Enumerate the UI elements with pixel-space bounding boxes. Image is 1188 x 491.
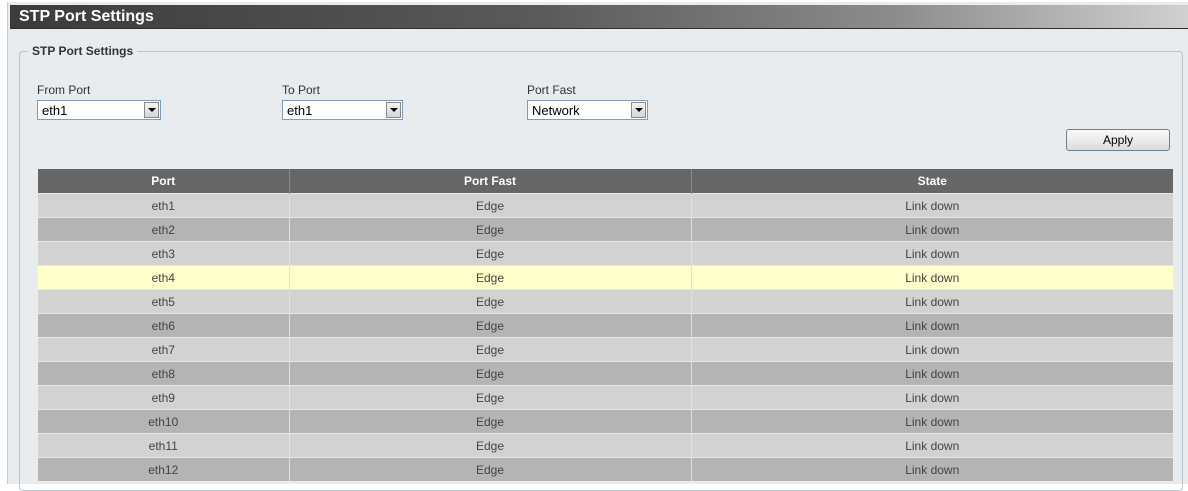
cell-port-fast: Edge bbox=[288, 241, 691, 266]
cell-port: eth10 bbox=[38, 409, 289, 434]
cell-port: eth4 bbox=[38, 265, 289, 290]
table-row: eth2 Edge Link down bbox=[38, 217, 1173, 242]
to-port-label: To Port bbox=[282, 83, 321, 97]
page-title: STP Port Settings bbox=[19, 8, 154, 25]
table-header-row: Port Port Fast State bbox=[38, 169, 1173, 194]
cell-port-fast: Edge bbox=[288, 361, 691, 386]
apply-button[interactable]: Apply bbox=[1066, 129, 1170, 151]
cell-port: eth1 bbox=[38, 193, 289, 218]
table-row: eth1 Edge Link down bbox=[38, 193, 1173, 218]
cell-port-fast: Edge bbox=[288, 289, 691, 314]
column-header-port: Port bbox=[38, 169, 289, 194]
to-port-select[interactable]: eth1 bbox=[282, 100, 403, 120]
table-row: eth7 Edge Link down bbox=[38, 337, 1173, 362]
cell-port: eth5 bbox=[38, 289, 289, 314]
cell-state: Link down bbox=[690, 361, 1173, 386]
from-port-value: eth1 bbox=[42, 103, 68, 118]
cell-state: Link down bbox=[690, 217, 1173, 242]
cell-state: Link down bbox=[690, 193, 1173, 218]
cell-port-fast: Edge bbox=[288, 409, 691, 434]
cell-port-fast: Edge bbox=[288, 385, 691, 410]
stp-port-table: Port Port Fast State eth1 Edge Link down et… bbox=[38, 169, 1173, 481]
cell-port-fast: Edge bbox=[288, 265, 691, 290]
table-row: eth11 Edge Link down bbox=[38, 433, 1173, 458]
cell-state: Link down bbox=[690, 265, 1173, 290]
cell-port: eth11 bbox=[38, 433, 289, 458]
cell-port: eth6 bbox=[38, 313, 289, 338]
cell-port: eth3 bbox=[38, 241, 289, 266]
to-port-value: eth1 bbox=[287, 103, 313, 118]
cell-state: Link down bbox=[690, 433, 1173, 458]
chevron-down-icon[interactable] bbox=[631, 102, 646, 118]
cell-state: Link down bbox=[690, 409, 1173, 434]
from-port-label: From Port bbox=[37, 83, 91, 97]
table-row: eth8 Edge Link down bbox=[38, 361, 1173, 386]
port-fast-value: Network bbox=[532, 103, 580, 118]
chevron-down-icon[interactable] bbox=[144, 102, 159, 118]
table-row: eth10 Edge Link down bbox=[38, 409, 1173, 434]
page-title-bar: STP Port Settings bbox=[10, 5, 1188, 29]
cell-port-fast: Edge bbox=[288, 217, 691, 242]
table-row: eth12 Edge Link down bbox=[38, 457, 1173, 481]
cell-port: eth9 bbox=[38, 385, 289, 410]
table-row: eth5 Edge Link down bbox=[38, 289, 1173, 314]
cell-port: eth12 bbox=[38, 457, 289, 481]
cell-state: Link down bbox=[690, 241, 1173, 266]
cell-state: Link down bbox=[690, 457, 1173, 481]
table-row: eth3 Edge Link down bbox=[38, 241, 1173, 266]
cell-state: Link down bbox=[690, 337, 1173, 362]
cell-state: Link down bbox=[690, 313, 1173, 338]
cell-state: Link down bbox=[690, 385, 1173, 410]
table-body: eth1 Edge Link down eth2 Edge Link down eth3 Ed… bbox=[38, 193, 1173, 481]
table-row: eth4 Edge Link down bbox=[38, 265, 1173, 290]
from-port-select[interactable]: eth1 bbox=[37, 100, 161, 120]
column-header-state: State bbox=[690, 169, 1173, 194]
port-fast-label: Port Fast bbox=[527, 83, 576, 97]
cell-port: eth2 bbox=[38, 217, 289, 242]
cell-port-fast: Edge bbox=[288, 433, 691, 458]
cell-port: eth8 bbox=[38, 361, 289, 386]
table-row: eth6 Edge Link down bbox=[38, 313, 1173, 338]
cell-port-fast: Edge bbox=[288, 457, 691, 481]
port-fast-select[interactable]: Network bbox=[527, 100, 648, 120]
table-row: eth9 Edge Link down bbox=[38, 385, 1173, 410]
cell-port-fast: Edge bbox=[288, 313, 691, 338]
cell-state: Link down bbox=[690, 289, 1173, 314]
cell-port-fast: Edge bbox=[288, 337, 691, 362]
cell-port: eth7 bbox=[38, 337, 289, 362]
fieldset-legend: STP Port Settings bbox=[28, 44, 138, 58]
cell-port-fast: Edge bbox=[288, 193, 691, 218]
chevron-down-icon[interactable] bbox=[386, 102, 401, 118]
column-header-port-fast: Port Fast bbox=[288, 169, 691, 194]
